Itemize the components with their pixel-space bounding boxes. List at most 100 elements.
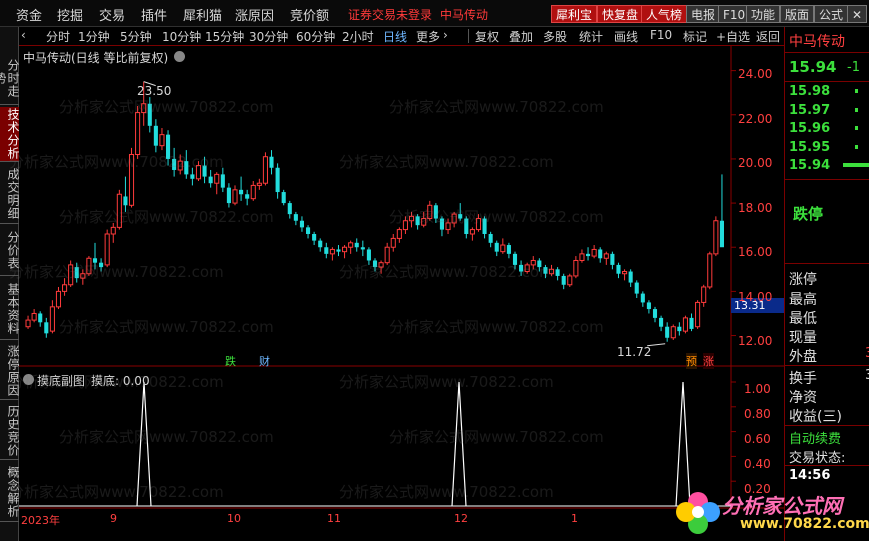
candle-body [159,134,165,147]
watermark-text: 分析家公式网www.70822.com [9,373,224,391]
book-bar [843,163,869,167]
field-huanshou: 换手 [789,371,817,387]
divider [785,263,869,264]
tool-duogu[interactable]: 多股 [543,28,567,45]
candle-body [646,302,651,310]
quote-time: 14:56 [789,468,831,483]
candle-body [670,326,676,339]
candle-body [262,156,268,184]
menu-item-zhangyuanyin[interactable]: 涨原因 [235,5,274,24]
period-2h[interactable]: 2小时 [342,28,374,45]
candle-body [293,214,298,221]
close-icon[interactable]: ✕ [847,5,867,23]
candle-body [598,249,603,259]
period-more[interactable]: 更多 [416,28,440,45]
candle-body [281,192,286,204]
menu-item-jiaoyi[interactable]: 交易 [99,5,125,24]
divider [785,365,869,366]
field-zuidi: 最低 [789,311,817,327]
tool-fuquan[interactable]: 复权 [475,28,499,45]
period-10min[interactable]: 10分钟 [162,28,201,45]
cai-marker[interactable]: 财 [259,353,270,369]
trade-state-label: 交易状态: [789,451,846,466]
menu-item-jingjiae[interactable]: 竞价额 [290,5,329,24]
tool-diejia[interactable]: 叠加 [509,28,533,45]
tab-chengjiaomingxi[interactable]: 成交明细 [0,164,20,224]
date-label: 9 [110,512,117,525]
xilibao-button[interactable]: 犀利宝 [551,5,598,23]
candle-body [506,245,511,254]
candle-body [208,176,213,184]
tab-fenshi[interactable]: 分时走势 [0,53,20,105]
chart-menu-icon[interactable] [174,51,185,62]
candle-body [652,309,658,318]
candle-body [287,203,292,215]
period-tab[interactable]: ‹ [21,28,26,42]
tab-jibenziliao[interactable]: 基本资料 [0,278,20,340]
chart-area[interactable]: 中马传动(日线 等比前复权) 摸底副图 摸底: 0.00 23.50 11.72… [9,46,784,541]
kline-chart-svg[interactable] [19,46,784,541]
menu-item-chajian[interactable]: 插件 [141,5,167,24]
banmian-button[interactable]: 版面 [780,5,815,23]
tool-biaoji[interactable]: 标记 [683,28,707,45]
period-fenshi[interactable]: 分时 [46,28,70,45]
candle-body [616,264,621,274]
candle-body [299,220,304,228]
menu-item-xilimao[interactable]: 犀利猫 [183,5,222,24]
limit-down-status: 跌停 [793,205,824,223]
tool-tongji[interactable]: 统计 [579,28,603,45]
book-price: 15.97 [789,103,831,118]
candle-body [701,286,707,303]
divider [785,465,869,466]
dianbao-button[interactable]: 电报 [686,5,721,23]
gongshi-button[interactable]: 公式 [814,5,849,23]
login-status[interactable]: 证券交易未登录 [348,6,432,23]
indicator-y-tick: 0.60 [744,432,771,446]
divider [785,425,869,426]
candle-body [342,246,348,253]
date-label: 1 [571,512,578,525]
period-30min[interactable]: 30分钟 [249,28,288,45]
candle-body [214,173,220,184]
header-stock-name: 中马传动 [440,8,489,22]
die-marker[interactable]: 跌 [225,353,236,369]
zhang-marker[interactable]: 涨 [703,353,714,369]
candle-body [220,174,225,188]
period-daily[interactable]: 日线 [383,28,407,45]
more-chevron-icon[interactable]: › [443,28,448,42]
candle-body [579,253,585,261]
menu-item-wajue[interactable]: 挖掘 [57,5,83,24]
candle-body [610,253,615,265]
candle-body [62,284,68,292]
candle-body [695,301,701,328]
y-tick: 18.00 [738,201,773,215]
yu-marker[interactable]: 预 [686,353,697,369]
gongneng-button[interactable]: 功能 [746,5,781,23]
candle-body [44,322,49,334]
candle-body [573,259,579,277]
date-label: 10 [227,512,241,525]
top-menu-bar: 资金 挖掘 交易 插件 犀利猫 涨原因 竞价额 证券交易未登录 中马传动 犀利宝… [0,0,869,27]
tool-huaxian[interactable]: 画线 [614,28,638,45]
candle-body [38,313,43,323]
candle-body [682,317,688,332]
period-5min[interactable]: 5分钟 [120,28,152,45]
field-zhangting: 涨停 [789,272,817,288]
tab-lishijingjia[interactable]: 历史竞价 [0,402,20,460]
candle-body [49,306,55,332]
candle-body [628,271,633,283]
tool-f10[interactable]: F10 [650,28,672,42]
menu-item-zijin[interactable]: 资金 [16,5,42,24]
watermark-logo: 分析家公式网 www.70822.com [668,484,869,539]
period-60min[interactable]: 60分钟 [296,28,335,45]
auto-renew-link[interactable]: 自动续费 [789,428,841,447]
y-tick: 24.00 [738,67,773,81]
period-15min[interactable]: 15分钟 [205,28,244,45]
tool-back[interactable]: 返回 [756,28,780,45]
tool-add-watchlist[interactable]: +自选 [716,28,750,45]
candle-body [269,156,274,168]
kuaifupan-button[interactable]: 快复盘 [597,5,644,23]
period-1min[interactable]: 1分钟 [78,28,110,45]
period-toolbar: ‹ 分时 1分钟 5分钟 10分钟 15分钟 30分钟 60分钟 2小时 日线 … [19,27,784,46]
renqibang-button[interactable]: 人气榜 [641,5,688,23]
